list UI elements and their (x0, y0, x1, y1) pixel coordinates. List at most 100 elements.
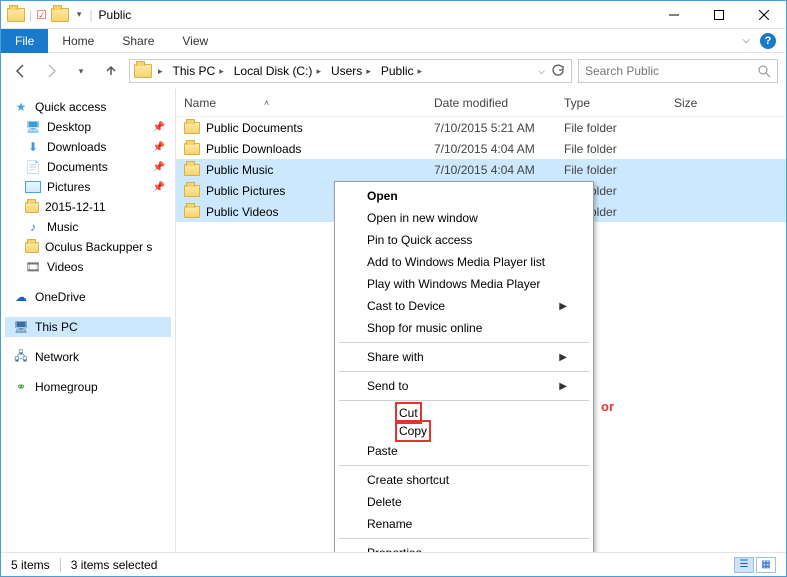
pc-icon: 🖥 (13, 319, 29, 335)
network-icon: 🖧 (13, 349, 29, 365)
ctx-cast-device[interactable]: Cast to Device▶ (337, 295, 591, 317)
submenu-arrow-icon: ▶ (559, 352, 567, 363)
refresh-icon[interactable] (551, 64, 565, 78)
help-icon[interactable]: ? (760, 33, 776, 49)
file-name: Public Pictures (206, 184, 285, 198)
sidebar-homegroup[interactable]: ⚭Homegroup (5, 377, 171, 397)
pin-icon: 📌 (153, 182, 165, 193)
app-icon (7, 8, 25, 22)
column-size[interactable]: Size (674, 96, 744, 110)
ctx-send-to[interactable]: Send to▶ (337, 375, 591, 397)
ctx-open-new-window[interactable]: Open in new window (337, 207, 591, 229)
sidebar-item-music[interactable]: ♪Music (5, 217, 171, 237)
file-row[interactable]: Public Documents 7/10/2015 5:21 AMFile fo… (176, 117, 786, 138)
sidebar-this-pc[interactable]: 🖥This PC (5, 317, 171, 337)
ctx-paste[interactable]: Paste (337, 440, 591, 462)
ctx-create-shortcut[interactable]: Create shortcut (337, 469, 591, 491)
qat-properties-icon[interactable]: ☑ (36, 8, 47, 22)
tab-view[interactable]: View (168, 29, 222, 53)
minimize-button[interactable] (651, 1, 696, 29)
sidebar-network[interactable]: 🖧Network (5, 347, 171, 367)
crumb-public[interactable]: Public▸ (377, 60, 426, 82)
file-name: Public Documents (206, 121, 303, 135)
ctx-separator (339, 371, 589, 372)
ctx-separator (339, 400, 589, 401)
back-button[interactable] (9, 59, 33, 83)
column-name[interactable]: Name˄ (184, 96, 434, 110)
pin-icon: 📌 (153, 162, 165, 173)
desktop-icon: 🖥 (25, 119, 41, 135)
ctx-cut[interactable]: Cut (337, 404, 591, 422)
qat-newfolder-icon[interactable] (51, 8, 69, 22)
file-row[interactable]: Public Downloads7/10/2015 4:04 AMFile fo… (176, 138, 786, 159)
homegroup-icon: ⚭ (13, 379, 29, 395)
documents-icon: 📄 (25, 159, 41, 175)
view-details-button[interactable]: ☰ (734, 557, 754, 573)
column-date[interactable]: Date modified (434, 96, 564, 110)
folder-icon (25, 242, 39, 253)
address-bar[interactable]: ▸ This PC▸ Local Disk (C:)▸ Users▸ Publi… (129, 59, 572, 83)
status-selected-count: 3 items selected (71, 558, 158, 572)
sidebar-item-downloads[interactable]: ⬇Downloads📌 (5, 137, 171, 157)
file-type: File folder (564, 121, 674, 135)
ctx-copy[interactable]: Copy (337, 422, 591, 440)
ribbon-tabs: File Home Share View ⌵ ? (1, 29, 786, 53)
ctx-shop-music[interactable]: Shop for music online (337, 317, 591, 339)
status-bar: 5 items 3 items selected ☰ ▦ (1, 552, 786, 576)
tab-home[interactable]: Home (48, 29, 108, 53)
context-menu: Open Open in new window Pin to Quick acc… (334, 181, 594, 568)
ctx-separator (339, 538, 589, 539)
ctx-rename[interactable]: Rename (337, 513, 591, 535)
submenu-arrow-icon: ▶ (559, 381, 567, 392)
sidebar-item-pictures[interactable]: Pictures📌 (5, 177, 171, 197)
ctx-separator (339, 342, 589, 343)
search-icon (757, 64, 771, 78)
recent-button[interactable]: ▾ (69, 59, 93, 83)
address-dropdown-icon[interactable]: ⌵ (538, 66, 545, 77)
file-type: File folder (564, 163, 674, 177)
ctx-add-wmp-list[interactable]: Add to Windows Media Player list (337, 251, 591, 273)
sidebar-onedrive[interactable]: ☁OneDrive (5, 287, 171, 307)
sidebar-item-videos[interactable]: 🎞Videos (5, 257, 171, 277)
music-icon: ♪ (25, 219, 41, 235)
videos-icon: 🎞 (25, 259, 41, 275)
sidebar-item-oculus[interactable]: Oculus Backupper s (5, 237, 171, 257)
folder-icon (184, 143, 200, 155)
folder-icon (184, 206, 200, 218)
tab-share[interactable]: Share (108, 29, 168, 53)
maximize-button[interactable] (696, 1, 741, 29)
folder-icon (184, 164, 200, 176)
ribbon-expand-icon[interactable]: ⌵ (742, 35, 750, 46)
ctx-play-wmp[interactable]: Play with Windows Media Player (337, 273, 591, 295)
column-type[interactable]: Type (564, 96, 674, 110)
search-box[interactable]: Search Public (578, 59, 778, 83)
sidebar-item-2015-12-11[interactable]: 2015-12-11 (5, 197, 171, 217)
ctx-pin-quick-access[interactable]: Pin to Quick access (337, 229, 591, 251)
file-date: 7/10/2015 4:04 AM (434, 142, 564, 156)
crumb-this-pc[interactable]: This PC▸ (169, 60, 228, 82)
search-placeholder: Search Public (585, 64, 659, 78)
crumb-users[interactable]: Users▸ (327, 60, 375, 82)
ctx-open[interactable]: Open (337, 185, 591, 207)
sidebar-item-documents[interactable]: 📄Documents📌 (5, 157, 171, 177)
ctx-share-with[interactable]: Share with▶ (337, 346, 591, 368)
qat-separator: | (29, 8, 32, 22)
submenu-arrow-icon: ▶ (559, 301, 567, 312)
view-tiles-button[interactable]: ▦ (756, 557, 776, 573)
crumb-root-chevron[interactable]: ▸ (154, 60, 167, 82)
file-date: 7/10/2015 5:21 AM (434, 121, 564, 135)
qat-dropdown-icon[interactable]: ▾ (73, 9, 86, 20)
up-button[interactable] (99, 59, 123, 83)
close-button[interactable] (741, 1, 786, 29)
crumb-local-disk[interactable]: Local Disk (C:)▸ (230, 60, 325, 82)
ctx-delete[interactable]: Delete (337, 491, 591, 513)
file-date: 7/10/2015 4:04 AM (434, 163, 564, 177)
sidebar-quick-access[interactable]: ★Quick access (5, 97, 171, 117)
folder-icon (184, 185, 200, 197)
file-name: Public Music (206, 163, 273, 177)
file-tab[interactable]: File (1, 29, 48, 53)
sort-indicator-icon: ˄ (264, 98, 269, 108)
sidebar-item-desktop[interactable]: 🖥Desktop📌 (5, 117, 171, 137)
forward-button[interactable] (39, 59, 63, 83)
file-row[interactable]: Public Music 7/10/2015 4:04 AMFile folder (176, 159, 786, 180)
